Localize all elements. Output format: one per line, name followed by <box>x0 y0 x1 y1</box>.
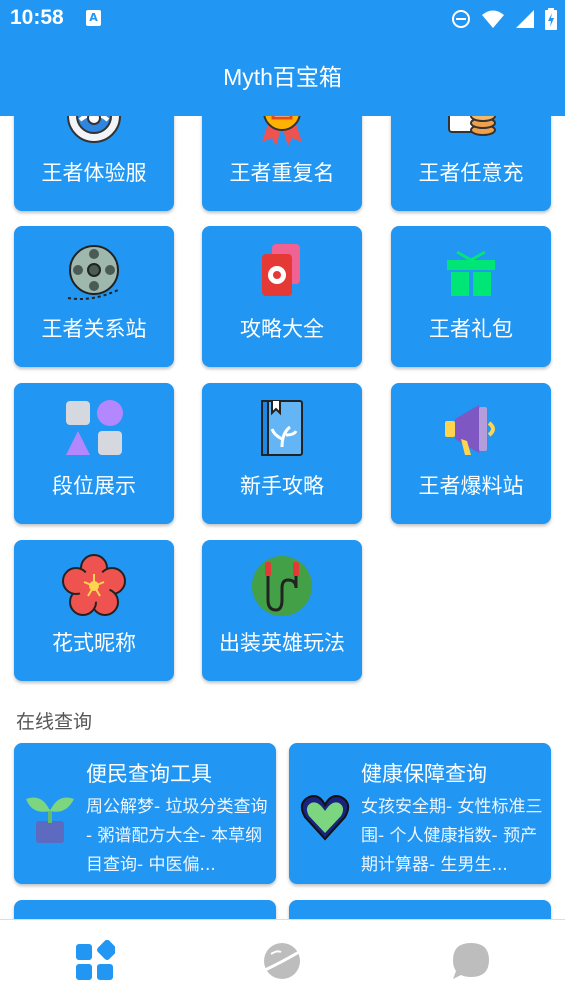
chat-bubble-icon[interactable] <box>450 940 492 982</box>
sprout-icon <box>26 797 74 843</box>
grid-apps-icon[interactable] <box>73 940 115 982</box>
section-title-online-query: 在线查询 <box>16 711 93 733</box>
heart-icon <box>300 795 350 841</box>
shapes-icon <box>66 400 123 455</box>
status-icons <box>451 7 557 31</box>
query-card-title: 健康保障查询 <box>361 762 487 786</box>
tool-label: 花式昵称 <box>52 631 136 655</box>
megaphone-icon <box>445 405 495 455</box>
tool-label: 段位展示 <box>52 474 136 498</box>
cards-icon <box>262 244 300 296</box>
tool-tile-hero-builds[interactable]: 出装英雄玩法 <box>202 540 362 681</box>
tool-tile-experience-server[interactable]: 王者体验服 <box>14 116 174 211</box>
flower-icon <box>62 554 126 616</box>
film-reel-icon <box>67 245 119 300</box>
tool-tile-relationship[interactable]: 王者关系站 <box>14 226 174 367</box>
planet-icon[interactable] <box>261 940 303 982</box>
do-not-disturb-icon <box>452 10 470 28</box>
tool-label: 出装英雄玩法 <box>219 631 345 655</box>
signal-icon <box>516 10 534 28</box>
tool-label: 攻略大全 <box>240 317 324 341</box>
tool-label: 王者礼包 <box>429 317 513 341</box>
tool-tile-duplicate-name[interactable]: 王者重复名 <box>202 116 362 211</box>
tool-tile-news[interactable]: 王者爆料站 <box>391 383 551 524</box>
tool-tile-beginner-guide[interactable]: 新手攻略 <box>202 383 362 524</box>
tool-tile-recharge[interactable]: 王者任意充 <box>391 116 551 211</box>
tool-label: 王者重复名 <box>229 161 335 185</box>
tool-tile-strategy-guide[interactable]: 攻略大全 <box>202 226 362 367</box>
query-card-title: 便民查询工具 <box>86 762 212 786</box>
coins-icon <box>448 116 496 136</box>
battery-charging-icon <box>545 8 557 30</box>
wifi-icon <box>482 10 504 28</box>
query-card-convenience-tools[interactable]: 便民查询工具 周公解梦- 垃圾分类查询 - 粥谱配方大全- 本草纲目查询- 中医… <box>14 743 276 884</box>
tool-label: 王者任意充 <box>418 161 524 185</box>
tool-tile-gift-pack[interactable]: 王者礼包 <box>391 226 551 367</box>
app-bar: Myth百宝箱 <box>0 38 565 116</box>
bottom-navigation <box>0 919 565 1004</box>
query-card-description: 周公解梦- 垃圾分类查询 - 粥谱配方大全- 本草纲目查询- 中医偏... <box>86 797 268 875</box>
tool-label: 王者关系站 <box>41 317 147 341</box>
steering-wheel-icon <box>67 116 121 143</box>
query-card-health[interactable]: 健康保障查询 女孩安全期- 女性标准三围- 个人健康指数- 预产期计算器- 生男… <box>289 743 551 884</box>
tool-label: 王者爆料站 <box>418 474 524 498</box>
query-card-description: 女孩安全期- 女性标准三围- 个人健康指数- 预产期计算器- 生男生... <box>361 797 543 875</box>
tool-label: 新手攻略 <box>240 474 324 498</box>
query-card-partial[interactable] <box>14 900 276 919</box>
status-time: 10:58 <box>10 6 64 29</box>
query-card-partial[interactable] <box>289 900 551 919</box>
status-bar: 10:58 A <box>0 0 565 38</box>
medal-icon <box>262 116 302 146</box>
tool-tile-fancy-nickname[interactable]: 花式昵称 <box>14 540 174 681</box>
app-title: Myth百宝箱 <box>223 64 342 90</box>
notification-badge-icon: A <box>86 10 101 26</box>
jump-rope-icon <box>252 556 312 616</box>
gift-icon <box>447 250 495 296</box>
book-icon <box>261 400 303 456</box>
main-content[interactable]: 王者体验服 王者重复名 王者任意充 王者关系站 攻略大全 王者礼包 段位展示 新… <box>0 116 565 919</box>
tool-tile-rank-display[interactable]: 段位展示 <box>14 383 174 524</box>
tool-label: 王者体验服 <box>41 161 147 185</box>
